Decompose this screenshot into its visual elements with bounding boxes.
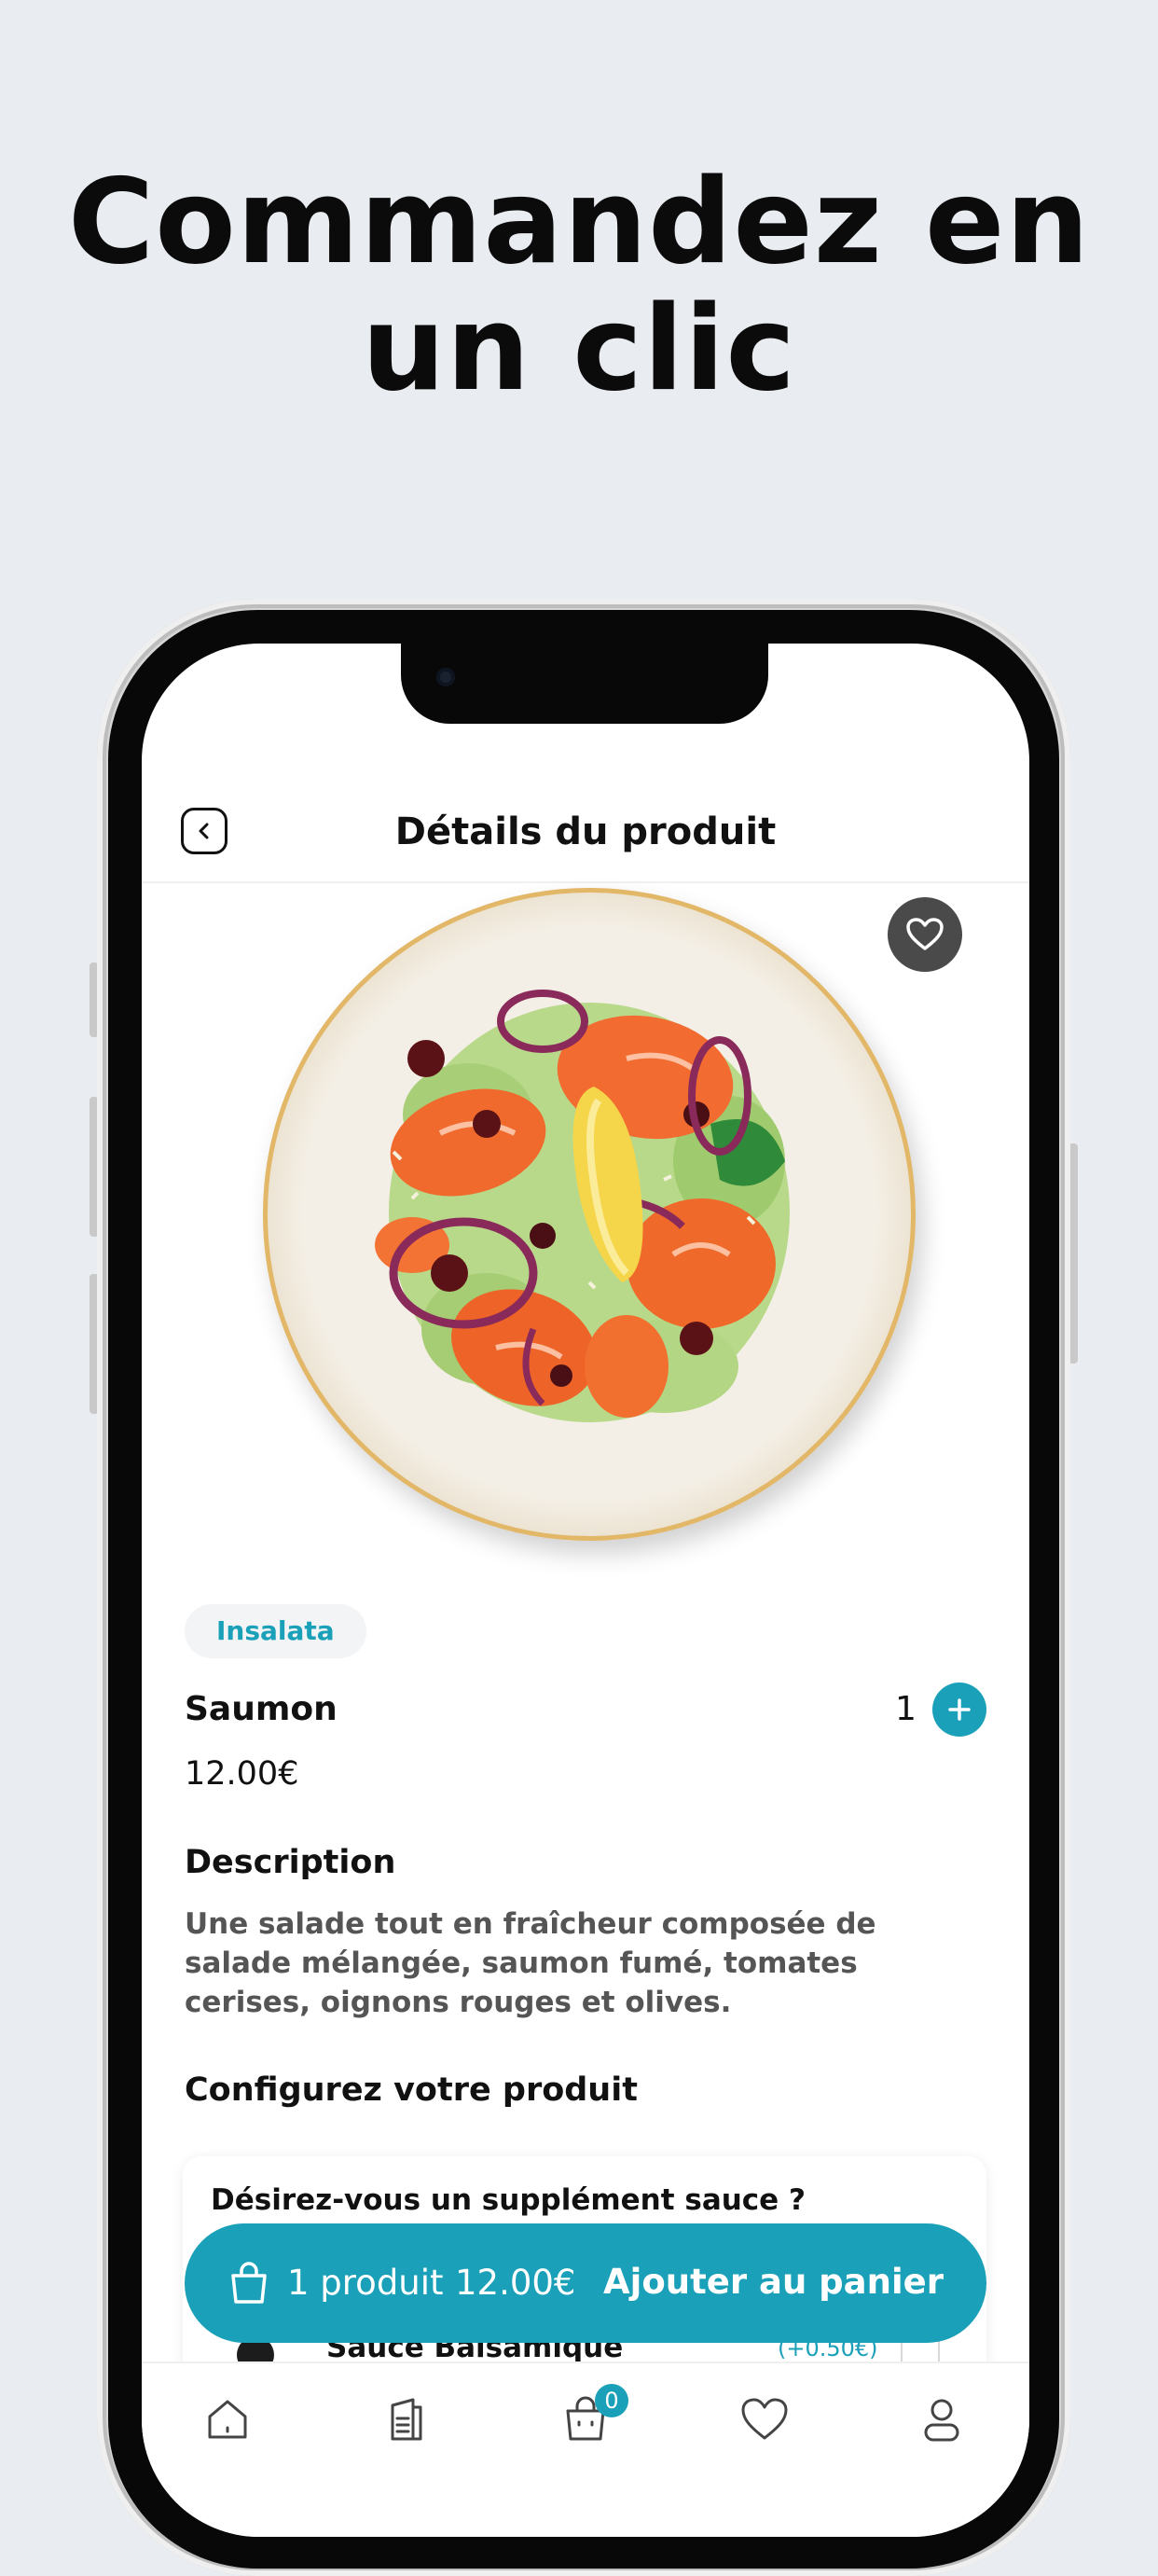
cart-badge: 0 <box>595 2384 628 2417</box>
quantity-value: 1 <box>895 1690 917 1728</box>
product-price: 12.00€ <box>185 1755 299 1793</box>
category-chip[interactable]: Insalata <box>185 1604 366 1658</box>
favorites-icon <box>741 2398 788 2440</box>
plus-icon <box>948 1698 971 1721</box>
add-to-cart-bar[interactable]: 1 produit 12.00€ Ajouter au panier <box>185 2223 986 2343</box>
header-divider <box>142 881 1029 883</box>
salad-illustration <box>375 990 790 1422</box>
profile-icon <box>924 2399 959 2442</box>
shopping-bag-icon <box>231 2262 267 2304</box>
tab-menu[interactable] <box>379 2391 434 2447</box>
heart-icon <box>906 918 944 950</box>
home-icon <box>208 2400 247 2439</box>
headline-line-1: Commandez en <box>67 153 1091 290</box>
cart-total: 12.00€ <box>455 2263 576 2303</box>
app-screen: Détails du produit Insalata Saumon 1 12.… <box>142 644 1029 2537</box>
tab-profile[interactable] <box>914 2391 970 2447</box>
headline-line-2: un clic <box>361 280 797 417</box>
tab-bar: 0 <box>142 2361 1029 2537</box>
tab-favorites[interactable] <box>737 2391 793 2447</box>
product-name: Saumon <box>185 1690 338 1728</box>
promo-headline: Commandez en un clic <box>0 159 1158 412</box>
description-heading: Description <box>185 1844 396 1881</box>
cart-item-count: 1 produit <box>287 2263 444 2303</box>
option-group-question: Désirez-vous un supplément sauce ? <box>211 2183 806 2217</box>
favorite-button[interactable] <box>888 897 962 972</box>
phone-notch <box>401 644 768 724</box>
page-title: Détails du produit <box>394 810 777 853</box>
menu-icon <box>391 2398 422 2441</box>
tab-cart[interactable]: 0 <box>558 2384 628 2447</box>
quantity-increase-button[interactable] <box>932 1683 986 1737</box>
configure-heading: Configurez votre produit <box>185 2071 638 2109</box>
front-camera <box>436 668 455 686</box>
description-text: Une salade tout en fraîcheur composée de… <box>185 1907 876 2019</box>
tab-home[interactable] <box>200 2391 255 2447</box>
add-to-cart-label: Ajouter au panier <box>603 2262 944 2302</box>
